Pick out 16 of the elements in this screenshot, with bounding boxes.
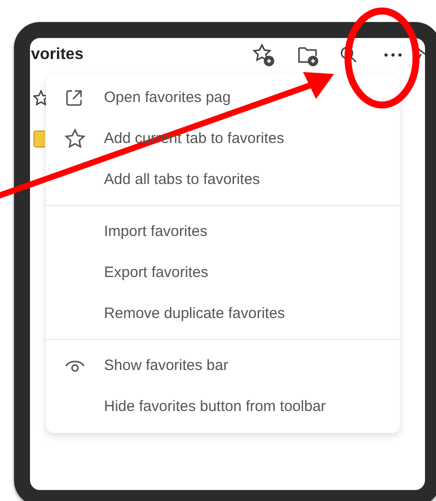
panel-title: vorites [30,46,84,64]
menu-item[interactable]: Add all tabs to favorites [46,159,400,200]
star-icon [64,128,86,150]
search-icon[interactable] [339,45,359,65]
menu-item[interactable]: Hide favorites button from toolbar [46,386,400,427]
folder-icon [33,130,45,148]
menu-item[interactable]: Open favorites pag [46,77,400,118]
menu-item[interactable]: Import favorites [46,211,400,252]
add-favorite-icon[interactable] [252,43,276,67]
star-icon [33,90,49,108]
external-link-icon [64,88,84,108]
menu-item[interactable]: Export favorites [46,252,400,293]
eye-icon [64,358,86,372]
menu-item[interactable]: Remove duplicate favorites [46,293,400,334]
more-icon[interactable] [383,52,403,58]
menu-item[interactable]: Show favorites bar [46,345,400,386]
